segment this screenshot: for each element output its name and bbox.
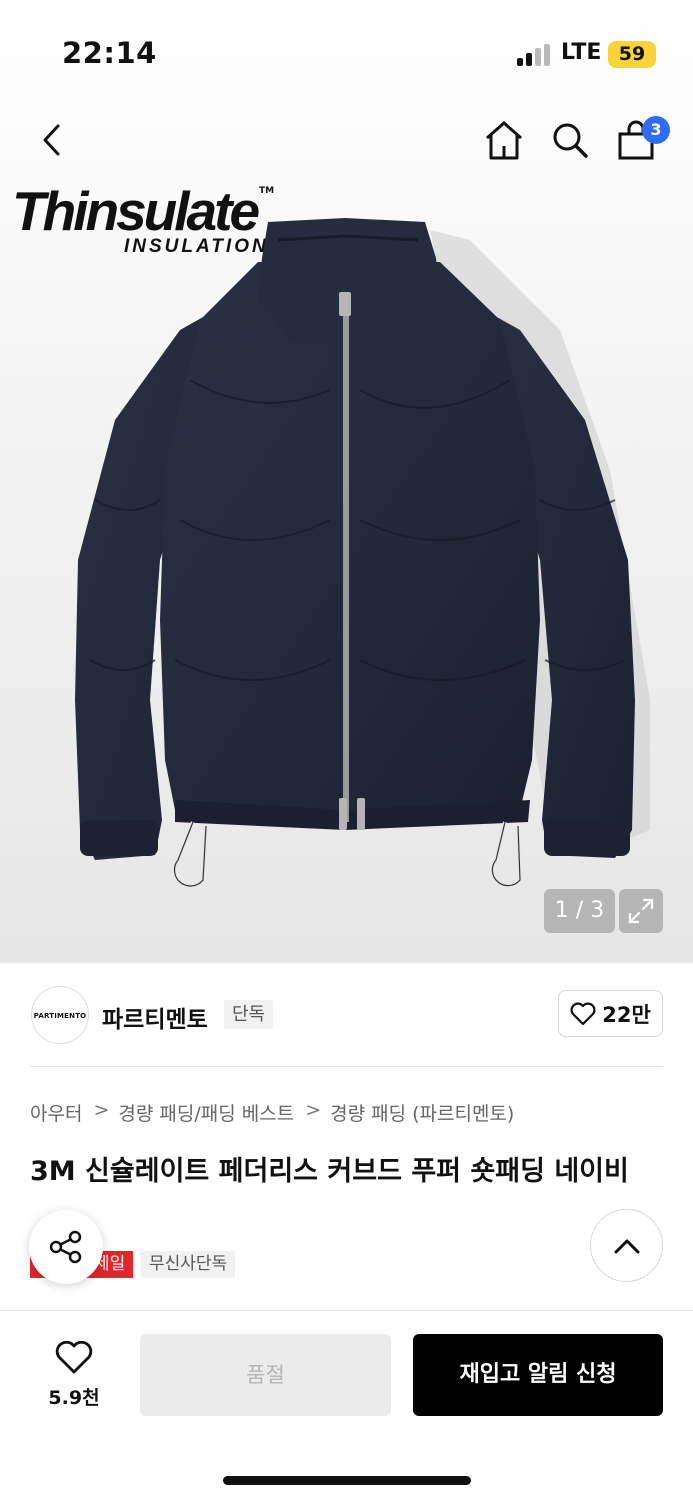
- top-nav: 3: [0, 110, 693, 170]
- chevron-right-icon: >: [305, 1099, 322, 1121]
- breadcrumb-item-outer[interactable]: 아우터: [30, 1099, 82, 1126]
- jacket-image: [75, 218, 650, 888]
- brand-logo[interactable]: PARTIMENTO: [31, 986, 89, 1044]
- network-label: LTE: [561, 40, 602, 65]
- breadcrumb: 아우터 > 경량 패딩/패딩 베스트 > 경량 패딩 (파르티멘토): [30, 1099, 514, 1126]
- back-icon: [43, 124, 60, 156]
- status-time: 22:14: [62, 36, 157, 70]
- brand-like-count: 22만: [602, 1002, 651, 1027]
- breadcrumb-item-brand-padding[interactable]: 경량 패딩 (파르티멘토): [330, 1099, 514, 1126]
- image-counter: 1 / 3: [544, 889, 615, 933]
- wishlist-count: 5.9천: [48, 1387, 100, 1409]
- breadcrumb-item-light-padding[interactable]: 경량 패딩/패딩 베스트: [118, 1099, 294, 1126]
- restock-alert-button[interactable]: 재입고 알림 신청: [413, 1334, 663, 1416]
- heart-icon: [55, 1340, 93, 1374]
- share-button[interactable]: [29, 1210, 103, 1284]
- chevron-up-icon: [614, 1239, 639, 1253]
- exclusive-badge: 단독: [224, 1000, 274, 1029]
- search-button[interactable]: [542, 110, 598, 170]
- heart-icon: [570, 1002, 596, 1025]
- musinsa-exclusive-badge: 무신사단독: [141, 1251, 236, 1278]
- brand-name[interactable]: 파르티멘토: [102, 1000, 208, 1034]
- divider: [30, 1066, 663, 1067]
- brand-like-button[interactable]: 22만: [558, 990, 663, 1037]
- signal-icon: [517, 44, 553, 66]
- product-image-area[interactable]: 22:14 LTE 59 3 Thinsulate TM INSULATION …: [0, 0, 693, 963]
- share-icon: [49, 1230, 82, 1264]
- chevron-right-icon: >: [93, 1099, 110, 1121]
- home-icon: [486, 121, 522, 160]
- logo-trademark: TM: [259, 186, 275, 196]
- home-button[interactable]: [476, 110, 532, 170]
- home-indicator[interactable]: [223, 1476, 471, 1485]
- purchase-bar: 5.9천 품절 재입고 알림 신청: [0, 1310, 693, 1500]
- soldout-button: 품절: [140, 1334, 391, 1416]
- status-bar: 22:14 LTE 59: [0, 0, 693, 100]
- back-button[interactable]: [24, 110, 80, 170]
- wishlist-button[interactable]: 5.9천: [32, 1340, 116, 1410]
- expand-image-button[interactable]: [619, 889, 663, 933]
- scroll-top-button[interactable]: [590, 1209, 663, 1282]
- product-title: 3M 신슐레이트 페더리스 커브드 푸퍼 숏패딩 네이비: [30, 1156, 629, 1187]
- cart-count-badge: 3: [642, 116, 670, 144]
- search-icon: [553, 123, 588, 158]
- battery-icon: 59: [608, 41, 656, 68]
- expand-icon: [628, 898, 654, 924]
- cart-button[interactable]: 3: [608, 110, 670, 170]
- brand-row: PARTIMENTO 파르티멘토 단독 22만: [0, 963, 693, 1067]
